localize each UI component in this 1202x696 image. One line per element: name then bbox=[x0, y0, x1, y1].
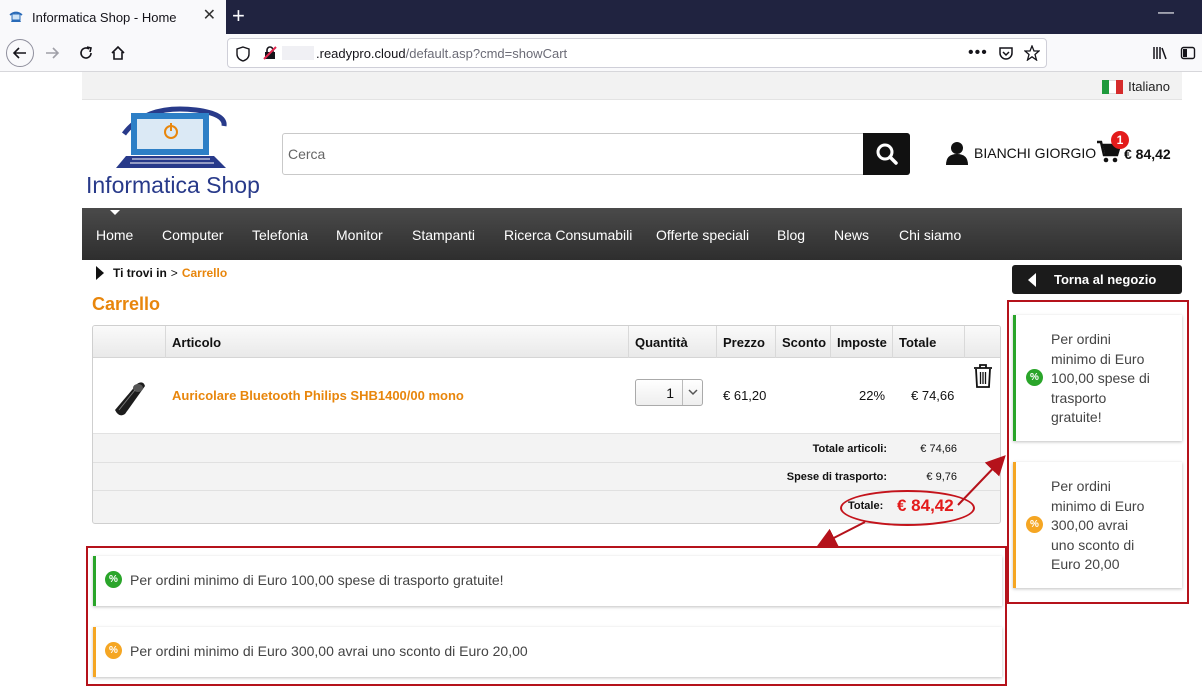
promo-shipping-text: Per ordini minimo di Euro 100,00 spese d… bbox=[130, 572, 504, 588]
promo-sidebar-shipping: % Per ordini minimo di Euro 100,00 spese… bbox=[1013, 315, 1182, 441]
promo-sidebar-shipping-text: Per ordini minimo di Euro 100,00 spese d… bbox=[1051, 331, 1150, 425]
percent-icon: % bbox=[1026, 369, 1043, 386]
promo-sidebar-discount-text: Per ordini minimo di Euro 300,00 avrai u… bbox=[1051, 478, 1145, 572]
percent-icon: % bbox=[105, 571, 122, 588]
promo-discount-text: Per ordini minimo di Euro 300,00 avrai u… bbox=[130, 643, 528, 659]
percent-icon: % bbox=[1026, 516, 1043, 533]
promo-sidebar-discount: % Per ordini minimo di Euro 300,00 avrai… bbox=[1013, 462, 1182, 588]
promo-discount-banner: % Per ordini minimo di Euro 300,00 avrai… bbox=[93, 627, 1002, 677]
percent-icon: % bbox=[105, 642, 122, 659]
promo-shipping-banner: % Per ordini minimo di Euro 100,00 spese… bbox=[93, 556, 1002, 606]
